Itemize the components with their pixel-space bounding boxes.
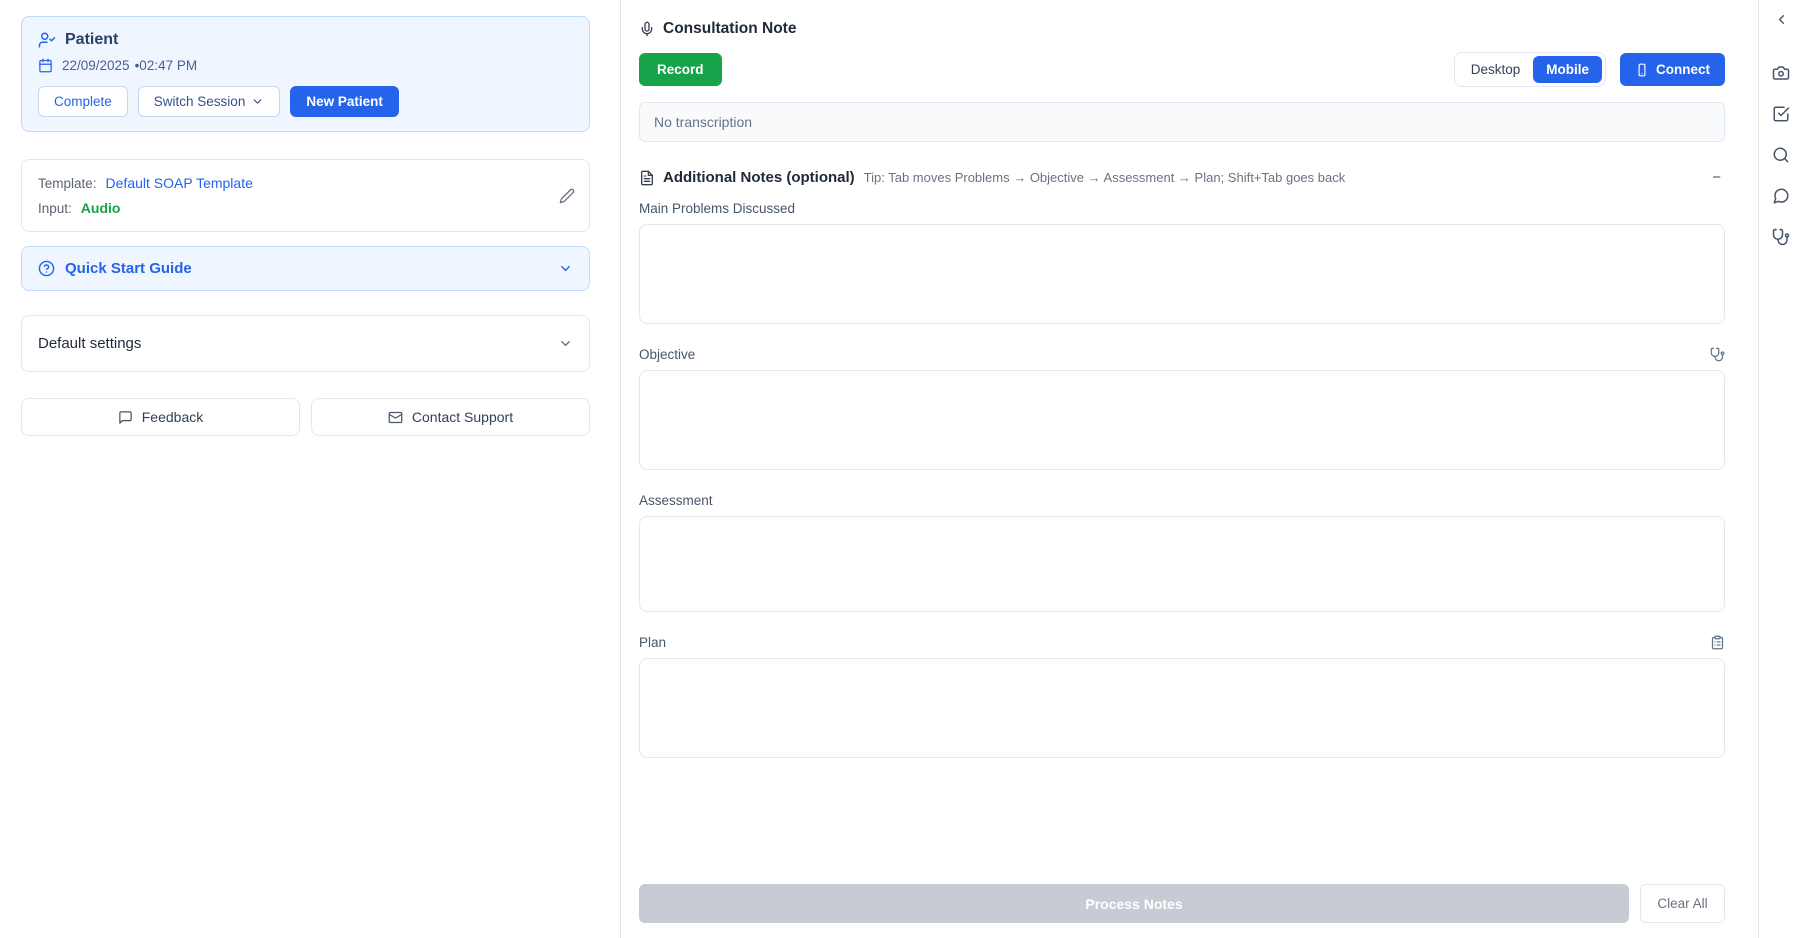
additional-notes-title: Additional Notes (optional)	[663, 169, 855, 186]
objective-textarea[interactable]	[639, 370, 1725, 470]
chevron-down-icon	[251, 95, 264, 108]
edit-template-icon[interactable]	[559, 188, 575, 204]
microphone-icon	[639, 21, 655, 37]
main-problems-textarea[interactable]	[639, 224, 1725, 324]
field-label-objective: Objective	[639, 347, 695, 362]
clear-all-button[interactable]: Clear All	[1640, 884, 1725, 923]
search-icon[interactable]	[1771, 145, 1791, 165]
toggle-mobile[interactable]: Mobile	[1533, 56, 1602, 83]
check-square-icon[interactable]	[1771, 104, 1791, 124]
transcription-status: No transcription	[639, 102, 1725, 142]
file-text-icon	[639, 170, 655, 186]
user-check-icon	[38, 31, 56, 49]
default-settings-label: Default settings	[38, 335, 558, 352]
mail-icon	[388, 410, 403, 425]
default-settings-toggle[interactable]: Default settings	[21, 315, 590, 372]
toggle-desktop[interactable]: Desktop	[1458, 56, 1534, 83]
tool-rail	[1758, 0, 1803, 938]
collapse-notes-button[interactable]: −	[1708, 170, 1725, 185]
patient-card: Patient 22/09/2025 •02:47 PM Complete Sw…	[21, 16, 590, 132]
chat-icon[interactable]	[1771, 186, 1791, 206]
patient-card-title: Patient	[65, 31, 118, 49]
help-circle-icon	[38, 260, 55, 277]
contact-support-button[interactable]: Contact Support	[311, 398, 590, 436]
view-mode-toggle: Desktop Mobile	[1454, 52, 1606, 87]
tab-order-tip: Tip: Tab moves Problems → Objective → As…	[864, 170, 1709, 185]
input-mode-value: Audio	[81, 200, 121, 216]
template-card: Template: Default SOAP Template Input: A…	[21, 159, 590, 232]
stethoscope-icon[interactable]	[1710, 347, 1725, 362]
feedback-button[interactable]: Feedback	[21, 398, 300, 436]
stethoscope-icon[interactable]	[1771, 227, 1791, 247]
field-label-assessment: Assessment	[639, 493, 713, 508]
message-square-icon	[118, 410, 133, 425]
plan-textarea[interactable]	[639, 658, 1725, 758]
quick-start-label: Quick Start Guide	[65, 260, 548, 277]
input-label: Input:	[38, 201, 72, 216]
field-label-main-problems: Main Problems Discussed	[639, 201, 795, 216]
template-label: Template:	[38, 176, 97, 191]
assessment-textarea[interactable]	[639, 516, 1725, 612]
chevron-down-icon	[558, 261, 573, 276]
template-value-link[interactable]: Default SOAP Template	[106, 175, 253, 191]
consultation-note-panel: Consultation Note Record Desktop Mobile …	[621, 0, 1758, 938]
field-label-plan: Plan	[639, 635, 666, 650]
chevron-down-icon	[558, 336, 573, 351]
feedback-label: Feedback	[142, 409, 203, 425]
calendar-icon	[38, 58, 53, 73]
quick-start-guide[interactable]: Quick Start Guide	[21, 246, 590, 291]
switch-session-button[interactable]: Switch Session	[138, 86, 281, 117]
session-sidebar: Patient 22/09/2025 •02:47 PM Complete Sw…	[0, 0, 621, 938]
chevron-left-icon[interactable]	[1771, 9, 1791, 29]
contact-support-label: Contact Support	[412, 409, 513, 425]
complete-button[interactable]: Complete	[38, 86, 128, 117]
process-notes-button[interactable]: Process Notes	[639, 884, 1629, 923]
app-root: Patient 22/09/2025 •02:47 PM Complete Sw…	[0, 0, 1803, 938]
session-date: 22/09/2025	[62, 58, 130, 73]
page-title: Consultation Note	[663, 20, 796, 38]
session-time: •02:47 PM	[135, 58, 198, 73]
clipboard-icon[interactable]	[1710, 635, 1725, 650]
connect-label: Connect	[1656, 62, 1710, 77]
new-patient-button[interactable]: New Patient	[290, 86, 399, 117]
connect-button[interactable]: Connect	[1620, 53, 1725, 86]
smartphone-icon	[1635, 63, 1649, 77]
record-button[interactable]: Record	[639, 53, 722, 86]
camera-icon[interactable]	[1771, 63, 1791, 83]
switch-session-label: Switch Session	[154, 94, 246, 109]
